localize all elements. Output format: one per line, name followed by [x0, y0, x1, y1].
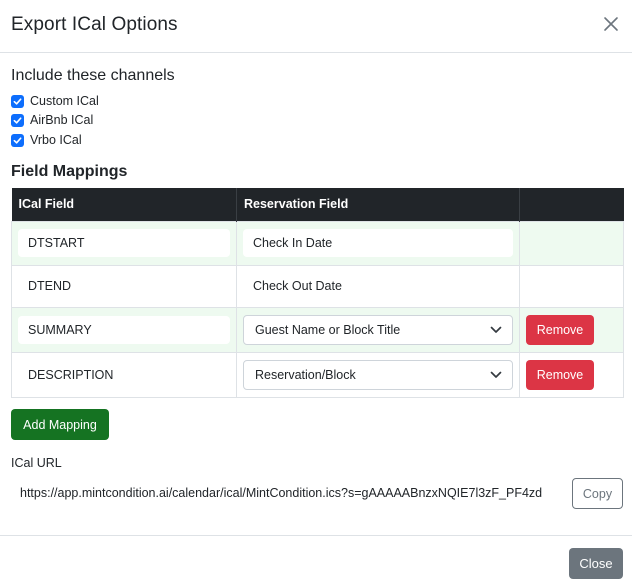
reservation-field-cell: Check In Date	[236, 220, 520, 266]
ical-field-text: DTEND	[28, 279, 72, 293]
remove-button[interactable]: Remove	[526, 314, 594, 345]
channel-airbnb-ical[interactable]: AirBnb ICal	[11, 112, 93, 128]
channel-label: Custom ICal	[30, 94, 99, 108]
table-row: DESCRIPTION Reservation/Block Remove	[11, 351, 624, 398]
copy-button[interactable]: Copy	[572, 478, 623, 509]
field-mappings-table: ICal Field Reservation Field DTSTART Che…	[11, 188, 624, 398]
reservation-field-text: Check Out Date	[253, 279, 342, 293]
ical-field-cell: DESCRIPTION	[11, 351, 237, 398]
reservation-field-cell: Reservation/Block	[236, 351, 520, 398]
channels-title: Include these channels	[11, 67, 175, 84]
chevron-down-icon	[490, 371, 502, 379]
add-mapping-button[interactable]: Add Mapping	[11, 409, 109, 440]
reservation-field-cell: Guest Name or Block Title	[236, 306, 520, 353]
ical-field-input[interactable]: DTSTART	[18, 229, 230, 257]
chevron-down-icon	[490, 326, 502, 334]
remove-button[interactable]: Remove	[526, 359, 594, 390]
header-ical-field: ICal Field	[11, 188, 237, 221]
header-reservation-field: Reservation Field	[236, 188, 520, 221]
table-row: DTSTART Check In Date	[11, 220, 624, 266]
checkbox-checked-icon[interactable]	[11, 113, 24, 127]
select-value: Reservation/Block	[255, 367, 356, 382]
ical-url-value: https://app.mintcondition.ai/calendar/ic…	[20, 486, 543, 500]
reservation-field-select[interactable]: Reservation/Block	[243, 359, 513, 390]
ical-field-text: DESCRIPTION	[28, 367, 114, 382]
table-row: SUMMARY Guest Name or Block Title Remove	[11, 306, 624, 353]
channel-label: Vrbo ICal	[30, 133, 82, 147]
close-button[interactable]: Close	[569, 548, 623, 579]
action-cell: Remove	[519, 351, 624, 398]
table-header-row: ICal Field Reservation Field	[11, 188, 624, 221]
action-cell: Remove	[519, 306, 624, 353]
header-actions	[519, 188, 624, 221]
ical-field-cell: SUMMARY	[11, 306, 237, 353]
checkbox-checked-icon[interactable]	[11, 94, 24, 108]
reservation-field-cell: Check Out Date	[236, 264, 520, 308]
ical-field-cell: DTEND	[11, 264, 237, 308]
channel-label: AirBnb ICal	[30, 113, 94, 127]
close-icon[interactable]	[598, 11, 624, 37]
modal-title: Export ICal Options	[11, 14, 178, 35]
reservation-field-select[interactable]: Guest Name or Block Title	[243, 314, 513, 345]
channel-custom-ical[interactable]: Custom ICal	[11, 93, 99, 109]
channel-vrbo-ical[interactable]: Vrbo ICal	[11, 132, 82, 148]
footer-divider	[0, 535, 632, 536]
action-cell	[519, 220, 624, 266]
modal-header: Export ICal Options	[0, 0, 632, 53]
action-cell	[519, 264, 624, 308]
checkbox-checked-icon[interactable]	[11, 133, 24, 147]
ical-field-cell: DTSTART	[11, 220, 237, 266]
reservation-field-input[interactable]: Check In Date	[243, 229, 513, 257]
table-row: DTEND Check Out Date	[11, 264, 624, 308]
select-value: Guest Name or Block Title	[255, 322, 401, 337]
ical-url-label: ICal URL	[11, 456, 62, 470]
ical-field-input[interactable]: SUMMARY	[18, 315, 230, 344]
field-mappings-title: Field Mappings	[11, 163, 128, 180]
